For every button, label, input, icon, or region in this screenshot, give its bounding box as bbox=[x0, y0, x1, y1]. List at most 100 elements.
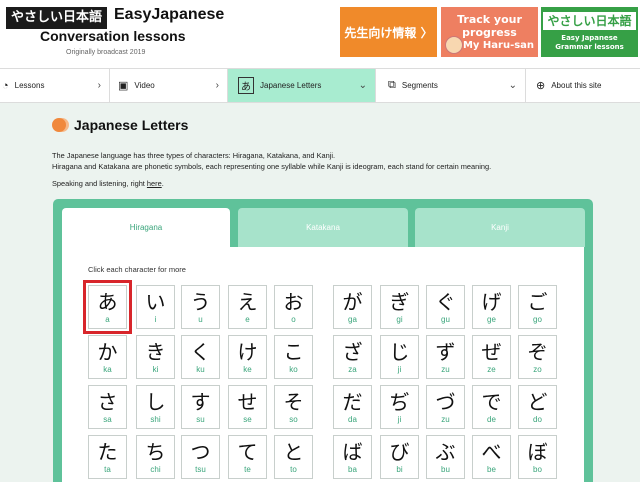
site-header: やさしい日本語 EasyJapanese Conversation lesson… bbox=[0, 0, 640, 68]
kana-character: あ bbox=[97, 290, 118, 314]
kana-cell-o[interactable]: おo bbox=[274, 285, 313, 329]
kana-romaji: ku bbox=[196, 365, 205, 374]
kana-cell-ka[interactable]: か ka bbox=[88, 335, 127, 379]
kana-cell-bi[interactable]: び bi bbox=[380, 435, 419, 479]
nav-segments[interactable]: ⧉ Segments ⌄ bbox=[376, 69, 526, 102]
kana-cell-se[interactable]: せ se bbox=[228, 385, 267, 429]
kana-romaji: ke bbox=[243, 365, 252, 374]
kana-cell-ku[interactable]: く ku bbox=[181, 335, 220, 379]
nav-japanese-letters[interactable]: あ Japanese Letters ⌄ bbox=[228, 69, 376, 102]
kana-cell-shi[interactable]: し shi bbox=[136, 385, 175, 429]
kana-romaji: de bbox=[487, 415, 496, 424]
kana-cell-ji-di[interactable]: ぢ ji bbox=[380, 385, 419, 429]
grammar-banner-line2: Grammar lessons bbox=[555, 43, 624, 51]
kana-character: こ bbox=[283, 340, 304, 364]
here-link[interactable]: here bbox=[147, 179, 162, 188]
kana-romaji: ze bbox=[487, 365, 496, 374]
kana-romaji: ko bbox=[289, 365, 298, 374]
kana-romaji: so bbox=[289, 415, 298, 424]
tab-katakana[interactable]: Katakana bbox=[238, 208, 408, 247]
lessons-icon: ◔ bbox=[2, 79, 9, 92]
kana-cell-so[interactable]: そ so bbox=[274, 385, 313, 429]
track-progress-banner[interactable]: Track your progress My Haru-san bbox=[441, 7, 538, 57]
kana-character: ず bbox=[435, 340, 456, 364]
tab-hiragana[interactable]: Hiragana bbox=[62, 208, 230, 247]
kana-character: が bbox=[342, 290, 363, 314]
kana-cell-zu-du[interactable]: づ zu bbox=[426, 385, 465, 429]
kana-cell-su[interactable]: す su bbox=[181, 385, 220, 429]
kana-cell-ge[interactable]: げ ge bbox=[472, 285, 511, 329]
kana-cell-da[interactable]: だ da bbox=[333, 385, 372, 429]
grammar-banner-line1: Easy Japanese bbox=[561, 34, 618, 42]
kana-cell-to[interactable]: と to bbox=[274, 435, 313, 479]
kana-cell-ko[interactable]: こ ko bbox=[274, 335, 313, 379]
kana-romaji: i bbox=[154, 315, 157, 324]
kana-cell-i[interactable]: いi bbox=[136, 285, 175, 329]
progress-banner-line3: My Haru-san bbox=[462, 39, 535, 51]
kana-character: て bbox=[237, 440, 258, 464]
kana-cell-gi[interactable]: ぎ gi bbox=[380, 285, 419, 329]
tab-kanji[interactable]: Kanji bbox=[415, 208, 585, 247]
kana-cell-za[interactable]: ざ za bbox=[333, 335, 372, 379]
kana-character: び bbox=[389, 440, 410, 464]
kana-romaji: ka bbox=[103, 365, 112, 374]
kana-romaji: gi bbox=[396, 315, 403, 324]
kana-cell-zu[interactable]: ず zu bbox=[426, 335, 465, 379]
intro-paragraph-2: Hiragana and Katakana are phonetic symbo… bbox=[52, 162, 492, 171]
kana-romaji: go bbox=[533, 315, 542, 324]
kana-character: し bbox=[145, 390, 166, 414]
chevron-right-icon: › bbox=[97, 80, 101, 91]
kana-cell-a[interactable]: あa bbox=[83, 280, 132, 334]
kana-romaji: tsu bbox=[195, 465, 206, 474]
kana-romaji: to bbox=[290, 465, 297, 474]
kana-character: た bbox=[97, 440, 118, 464]
intro-paragraph-1: The Japanese language has three types of… bbox=[52, 151, 336, 160]
kana-cell-tsu[interactable]: つ tsu bbox=[181, 435, 220, 479]
kana-cell-ze[interactable]: ぜ ze bbox=[472, 335, 511, 379]
nav-lessons[interactable]: ◔ Lessons › bbox=[0, 69, 110, 102]
kana-cell-bo[interactable]: ぼ bo bbox=[518, 435, 557, 479]
teacher-info-banner[interactable]: 先生向け情報 〉 bbox=[340, 7, 437, 57]
kana-cell-sa[interactable]: さ sa bbox=[88, 385, 127, 429]
kana-cell-te[interactable]: て te bbox=[228, 435, 267, 479]
kana-cell-ba[interactable]: ば ba bbox=[333, 435, 372, 479]
nav-letters-label: Japanese Letters bbox=[260, 81, 322, 90]
kana-character: だ bbox=[342, 390, 363, 414]
main-nav: ◔ Lessons › ▣ Video › あ Japanese Letters… bbox=[0, 68, 640, 103]
kana-character: ち bbox=[145, 440, 166, 464]
kana-romaji: ge bbox=[487, 315, 496, 324]
book-icon: ⧉ bbox=[388, 79, 396, 91]
kana-cell-be[interactable]: べ be bbox=[472, 435, 511, 479]
kana-character: か bbox=[97, 340, 118, 364]
kana-cell-ke[interactable]: け ke bbox=[228, 335, 267, 379]
kana-character: ご bbox=[527, 290, 548, 314]
nav-video[interactable]: ▣ Video › bbox=[110, 69, 228, 102]
kana-cell-u[interactable]: うu bbox=[181, 285, 220, 329]
kana-cell-go[interactable]: ご go bbox=[518, 285, 557, 329]
chevron-down-icon: ⌄ bbox=[508, 80, 517, 91]
kana-cell-e[interactable]: えe bbox=[228, 285, 267, 329]
kana-cell-de[interactable]: で de bbox=[472, 385, 511, 429]
kana-cell-ji[interactable]: じ ji bbox=[380, 335, 419, 379]
kana-cell-ki[interactable]: き ki bbox=[136, 335, 175, 379]
kana-romaji: zo bbox=[533, 365, 542, 374]
kana-cell-bu[interactable]: ぶ bu bbox=[426, 435, 465, 479]
logo-english[interactable]: EasyJapanese bbox=[114, 6, 224, 24]
nav-about[interactable]: ⊕ About this site bbox=[526, 69, 640, 102]
japanese-letters-icon: あ bbox=[238, 77, 254, 94]
logo-japanese[interactable]: やさしい日本語 bbox=[6, 7, 108, 29]
kana-cell-gu[interactable]: ぐ gu bbox=[426, 285, 465, 329]
kana-character: ぢ bbox=[389, 390, 410, 414]
kana-cell-chi[interactable]: ち chi bbox=[136, 435, 175, 479]
kana-cell-ga[interactable]: が ga bbox=[333, 285, 372, 329]
page-title: Japanese Letters bbox=[74, 117, 189, 133]
kana-romaji: ga bbox=[348, 315, 357, 324]
speaking-text-end: . bbox=[161, 179, 164, 188]
kana-cell-zo[interactable]: ぞ zo bbox=[518, 335, 557, 379]
kana-cell-ta[interactable]: た ta bbox=[88, 435, 127, 479]
kana-character: え bbox=[237, 290, 258, 314]
kana-cell-do[interactable]: ど do bbox=[518, 385, 557, 429]
grammar-lessons-banner[interactable]: やさしい日本語 Easy Japanese Grammar lessons bbox=[541, 7, 638, 57]
intro-paragraph-3: Speaking and listening, right here. bbox=[52, 179, 164, 188]
kana-romaji: ji bbox=[397, 415, 402, 424]
